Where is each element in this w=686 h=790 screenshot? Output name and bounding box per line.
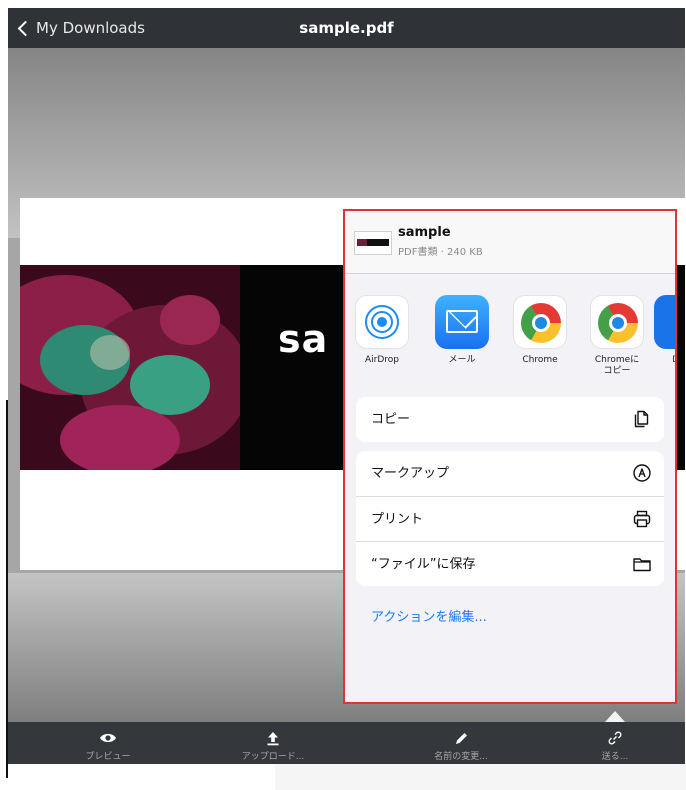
- markup-icon: [633, 464, 651, 482]
- share-app-chrome[interactable]: Chrome: [510, 295, 570, 366]
- pencil-icon: [401, 728, 521, 748]
- share-app-docs[interactable]: Doc: [651, 295, 675, 366]
- upload-label: アップロード...: [241, 752, 305, 762]
- share-apps-row: AirDrop メール Chrome Chromeに コピー: [345, 275, 675, 381]
- eye-icon: [48, 728, 168, 748]
- markup-button[interactable]: マークアップ: [356, 451, 664, 496]
- rename-label: 名前の変更...: [434, 752, 488, 762]
- share-app-label: AirDrop: [364, 355, 399, 365]
- page-title: sample.pdf: [299, 19, 394, 37]
- share-app-label: メール: [448, 355, 476, 365]
- share-sheet-callout-arrow: [605, 711, 625, 722]
- send-label: 送る...: [601, 752, 629, 762]
- edit-actions-link[interactable]: アクションを編集...: [371, 606, 487, 625]
- copy-card: コピー: [356, 397, 664, 442]
- save-to-files-label: “ファイル”に保存: [371, 557, 476, 572]
- share-app-chrome-copy[interactable]: Chromeに コピー: [587, 295, 647, 377]
- bottom-panel: [275, 764, 686, 790]
- file-meta: PDF書類 · 240 KB: [398, 247, 483, 258]
- chrome-icon: [513, 295, 567, 349]
- folder-icon: [633, 558, 651, 572]
- copy-button[interactable]: コピー: [356, 397, 664, 442]
- share-app-label: Chrome: [522, 355, 558, 365]
- print-button[interactable]: プリント: [356, 496, 664, 541]
- actions-card: マークアップ プリント “ファイル”に保存: [356, 451, 664, 586]
- upload-button[interactable]: アップロード...: [213, 722, 333, 764]
- upload-icon: [213, 728, 333, 748]
- airdrop-icon: [355, 295, 409, 349]
- print-label: プリント: [371, 512, 424, 527]
- share-sheet: sample PDF書類 · 240 KB AirDrop メール Chrome…: [343, 209, 677, 704]
- preview-label: プレビュー: [85, 752, 131, 762]
- share-app-mail[interactable]: メール: [432, 295, 492, 366]
- bottom-toolbar: プレビュー アップロード... 名前の変更... 送る...: [8, 722, 685, 764]
- share-app-airdrop[interactable]: AirDrop: [352, 295, 412, 366]
- rename-button[interactable]: 名前の変更...: [401, 722, 521, 764]
- chrome-icon: [590, 295, 644, 349]
- margin-divider-line: [6, 400, 8, 778]
- share-app-label: Doc: [651, 355, 675, 366]
- markup-label: マークアップ: [371, 466, 450, 481]
- pdf-banner-text: sa: [278, 317, 329, 361]
- share-app-label: Chromeに コピー: [594, 355, 640, 376]
- mail-icon: [435, 295, 489, 349]
- send-button[interactable]: 送る...: [555, 722, 675, 764]
- link-icon: [555, 728, 675, 748]
- preview-button[interactable]: プレビュー: [48, 722, 168, 764]
- print-icon: [633, 510, 651, 528]
- docs-icon: [654, 295, 675, 349]
- nav-bar: My Downloads sample.pdf: [8, 8, 685, 48]
- copy-label: コピー: [371, 412, 411, 427]
- pdf-photo: [20, 265, 240, 470]
- share-sheet-header: sample PDF書類 · 240 KB: [345, 211, 675, 274]
- copy-icon: [634, 410, 649, 428]
- app-window: My Downloads sample.pdf sa sample PDF書類 …: [8, 8, 685, 764]
- file-name: sample: [398, 225, 451, 240]
- save-to-files-button[interactable]: “ファイル”に保存: [356, 541, 664, 586]
- file-thumbnail: [354, 231, 392, 255]
